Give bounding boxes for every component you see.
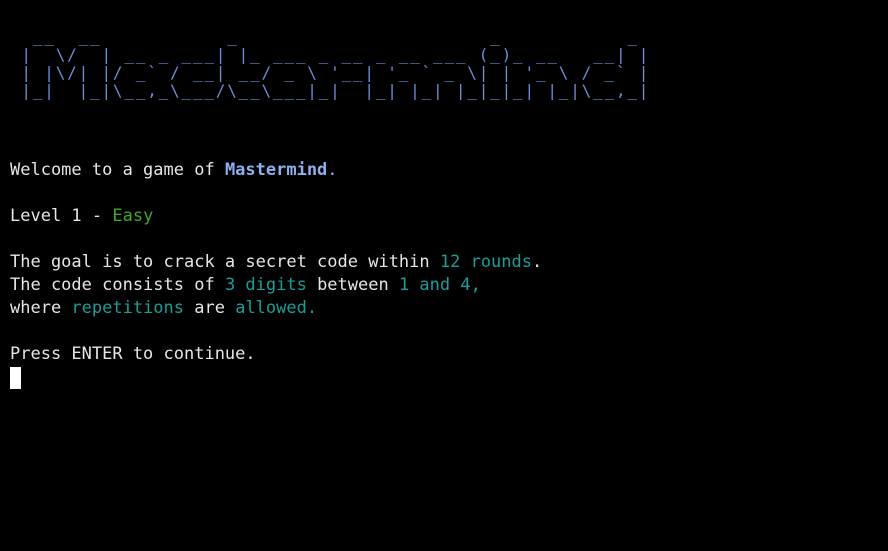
welcome-suffix: . bbox=[327, 160, 338, 180]
mastermind-ascii-banner: __ __ _ _ _ | \/ | __ _ ___| |_ ___ _ __… bbox=[21, 27, 651, 100]
repetitions-word: repetitions bbox=[71, 298, 185, 318]
welcome-line: Welcome to a game of Mastermind. bbox=[10, 159, 338, 182]
rules-line-code: The code consists of 3 digits between 1 … bbox=[10, 274, 481, 297]
rules-line3-middle: are bbox=[184, 298, 236, 318]
allowed-word: allowed. bbox=[235, 298, 318, 318]
digits-count: 3 digits bbox=[224, 275, 307, 295]
rules-line1-suffix: . bbox=[532, 252, 543, 272]
rounds-count: 12 rounds bbox=[439, 252, 532, 272]
continue-prompt: Press ENTER to continue. bbox=[10, 344, 256, 364]
digit-range: 1 and 4, bbox=[398, 275, 481, 295]
rules-line-repetitions: where repetitions are allowed. bbox=[10, 297, 317, 320]
level-prefix: Level 1 - bbox=[10, 206, 113, 226]
level-line: Level 1 - Easy bbox=[10, 205, 153, 228]
game-name: Mastermind bbox=[224, 160, 328, 180]
rules-line1-prefix: The goal is to crack a secret code withi… bbox=[10, 252, 440, 272]
welcome-prefix: Welcome to a game of bbox=[10, 160, 225, 180]
rules-line2-middle: between bbox=[306, 275, 399, 295]
rules-line2-prefix: The code consists of bbox=[10, 275, 225, 295]
rules-line-goal: The goal is to crack a secret code withi… bbox=[10, 251, 542, 274]
terminal-window[interactable]: __ __ _ _ _ | \/ | __ _ ___| |_ ___ _ __… bbox=[0, 0, 888, 551]
level-name: Easy bbox=[112, 206, 154, 226]
text-cursor[interactable] bbox=[10, 367, 21, 389]
rules-line3-prefix: where bbox=[10, 298, 72, 318]
